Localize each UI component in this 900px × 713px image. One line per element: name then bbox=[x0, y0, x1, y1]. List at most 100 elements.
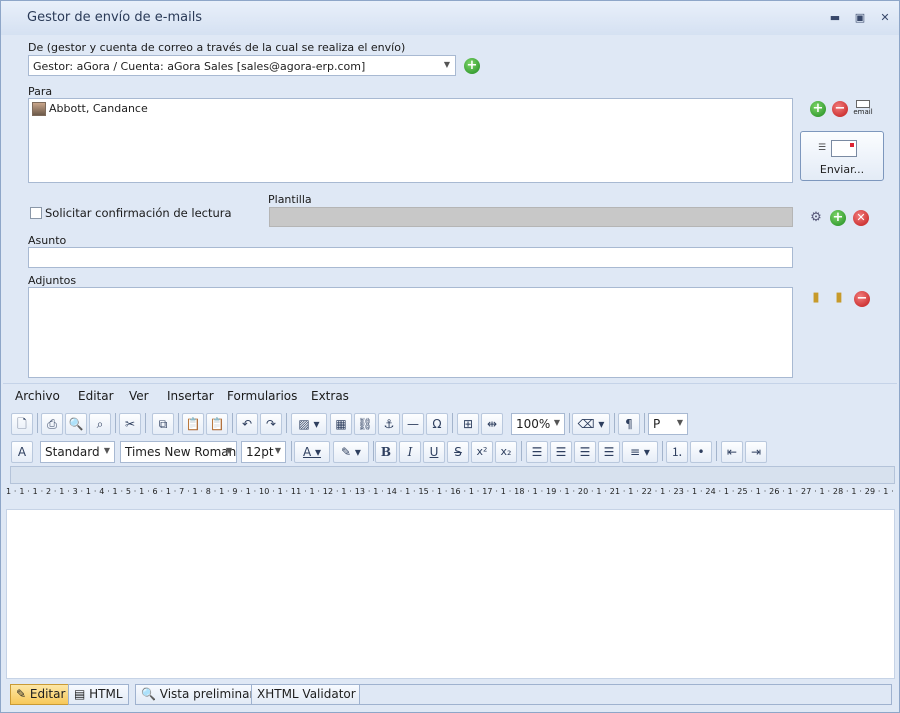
minimize-icon[interactable]: ▬ bbox=[827, 10, 843, 26]
print-icon[interactable]: ⎙ bbox=[41, 413, 63, 435]
from-account-value: Gestor: aGora / Cuenta: aGora Sales [sal… bbox=[33, 60, 366, 73]
remove-attachment-icon[interactable]: − bbox=[854, 291, 870, 307]
paste-icon[interactable]: 📋 bbox=[182, 413, 204, 435]
separator bbox=[452, 413, 453, 433]
underline-icon[interactable]: U bbox=[423, 441, 445, 463]
special-character-icon[interactable]: Ω bbox=[426, 413, 448, 435]
menu-ver[interactable]: Ver bbox=[129, 389, 149, 403]
toolbar-row-1: 🗋 ⎙ 🔍 ⌕ ✂ ⧉ 📋 📋 ↶ ↷ ▨ ▾ ▦ ⛓ ⚓ — Ω ⊞ ⇹ 10… bbox=[11, 413, 891, 435]
add-recipient-icon[interactable]: + bbox=[810, 101, 826, 117]
tab-vista-preliminar[interactable]: 🔍 Vista preliminar bbox=[135, 684, 261, 705]
align-center-icon[interactable]: ☰ bbox=[550, 441, 572, 463]
to-recipients-box[interactable]: Abbott, Candance bbox=[28, 98, 793, 183]
window-title: Gestor de envío de e-mails bbox=[27, 10, 203, 25]
font-color-icon[interactable]: A ▾ bbox=[294, 441, 330, 463]
increase-indent-icon[interactable]: ⇥ bbox=[745, 441, 767, 463]
menu-editar[interactable]: Editar bbox=[78, 389, 114, 403]
view-tabs: ✎ Editar ▤ HTML 🔍 Vista preliminar XHTML… bbox=[10, 684, 892, 706]
menu-formularios[interactable]: Formularios bbox=[227, 389, 297, 403]
send-lines-icon: ☰ bbox=[818, 143, 827, 153]
paste-special-icon[interactable]: 📋 bbox=[206, 413, 228, 435]
numbered-list-icon[interactable]: ⒈ bbox=[666, 441, 688, 463]
undo-icon[interactable]: ↶ bbox=[236, 413, 258, 435]
send-button-label: Enviar... bbox=[819, 163, 865, 176]
template-search-icon[interactable]: ⚙ bbox=[807, 209, 825, 227]
chevron-down-icon: ▼ bbox=[676, 418, 683, 427]
maximize-icon[interactable]: ▣ bbox=[852, 10, 868, 26]
align-left-icon[interactable]: ☰ bbox=[526, 441, 548, 463]
copy-icon[interactable]: ⧉ bbox=[152, 413, 174, 435]
subject-label: Asunto bbox=[28, 234, 67, 247]
font-size-select[interactable]: 12pt ▼ bbox=[241, 441, 286, 463]
line-spacing-icon[interactable]: ≡ ▾ bbox=[622, 441, 658, 463]
add-account-icon[interactable]: + bbox=[464, 58, 480, 74]
bold-icon[interactable]: B bbox=[375, 441, 397, 463]
separator bbox=[178, 413, 179, 433]
tab-editar[interactable]: ✎ Editar bbox=[10, 684, 72, 705]
print-preview-icon[interactable]: 🔍 bbox=[65, 413, 87, 435]
insert-table-icon[interactable]: ▦ bbox=[330, 413, 352, 435]
clear-template-icon[interactable]: ✕ bbox=[853, 210, 869, 226]
insert-anchor-icon[interactable]: ⚓ bbox=[378, 413, 400, 435]
font-family-select[interactable]: Times New Roman ▼ bbox=[120, 441, 237, 463]
eraser-icon[interactable]: ⌫ ▾ bbox=[572, 413, 610, 435]
italic-icon[interactable]: I bbox=[399, 441, 421, 463]
tab-xhtml-validator[interactable]: XHTML Validator bbox=[251, 684, 362, 705]
status-field bbox=[359, 684, 892, 705]
separator bbox=[286, 413, 287, 433]
document-editor[interactable] bbox=[6, 509, 895, 679]
justify-icon[interactable]: ☰ bbox=[598, 441, 620, 463]
template-field[interactable] bbox=[269, 207, 793, 227]
separator bbox=[115, 413, 116, 433]
find-icon[interactable]: ⌕ bbox=[89, 413, 111, 435]
remove-recipient-icon[interactable]: − bbox=[832, 101, 848, 117]
chevron-down-icon: ▼ bbox=[553, 418, 560, 427]
new-document-icon[interactable]: 🗋 bbox=[11, 413, 33, 435]
separator bbox=[232, 413, 233, 433]
separator bbox=[716, 441, 717, 461]
bullet-list-icon[interactable]: • bbox=[690, 441, 712, 463]
email-address-book-icon[interactable]: email bbox=[853, 100, 873, 118]
insert-link-icon[interactable]: ⛓ bbox=[354, 413, 376, 435]
separator bbox=[37, 413, 38, 433]
cut-icon[interactable]: ✂ bbox=[119, 413, 141, 435]
decrease-indent-icon[interactable]: ⇤ bbox=[721, 441, 743, 463]
superscript-icon[interactable]: x² bbox=[471, 441, 493, 463]
style-select[interactable]: Standard ▼ bbox=[40, 441, 115, 463]
pencil-icon: ✎ bbox=[16, 687, 30, 701]
template-label: Plantilla bbox=[268, 193, 312, 206]
align-right-icon[interactable]: ☰ bbox=[574, 441, 596, 463]
envelope-icon bbox=[831, 140, 857, 157]
show-paragraph-marks-icon[interactable]: ¶ bbox=[618, 413, 640, 435]
open-attachment-folder-icon[interactable]: ▮ bbox=[830, 289, 848, 307]
horizontal-rule-icon[interactable]: — bbox=[402, 413, 424, 435]
styles-icon[interactable]: A bbox=[11, 441, 33, 463]
recipient-item[interactable]: Abbott, Candance bbox=[49, 102, 148, 115]
paragraph-format-select[interactable]: P ▼ bbox=[648, 413, 688, 435]
attachments-box[interactable] bbox=[28, 287, 793, 378]
add-template-icon[interactable]: + bbox=[830, 210, 846, 226]
menu-extras[interactable]: Extras bbox=[311, 389, 349, 403]
strikethrough-icon[interactable]: S bbox=[447, 441, 469, 463]
subject-input[interactable] bbox=[28, 247, 793, 268]
read-receipt-checkbox[interactable] bbox=[30, 207, 42, 219]
add-attachment-folder-icon[interactable]: ▮ bbox=[807, 289, 825, 307]
ruler: 1 · 1 · 1 · 2 · 1 · 3 · 1 · 4 · 1 · 5 · … bbox=[6, 487, 896, 496]
highlight-color-icon[interactable]: ✎ ▾ bbox=[333, 441, 369, 463]
tab-html[interactable]: ▤ HTML bbox=[68, 684, 129, 705]
toolbar-row-2: A Standard ▼ Times New Roman ▼ 12pt ▼ A ▾ ✎… bbox=[11, 441, 891, 463]
from-account-select[interactable]: Gestor: aGora / Cuenta: aGora Sales [sal… bbox=[28, 55, 456, 76]
chevron-down-icon: ▼ bbox=[103, 446, 110, 455]
table-grid-icon[interactable]: ⊞ bbox=[457, 413, 479, 435]
close-icon[interactable]: ✕ bbox=[877, 10, 893, 26]
separator bbox=[662, 441, 663, 461]
subscript-icon[interactable]: x₂ bbox=[495, 441, 517, 463]
menu-archivo[interactable]: Archivo bbox=[15, 389, 60, 403]
menu-insertar[interactable]: Insertar bbox=[167, 389, 214, 403]
send-button[interactable]: ☰ Enviar... bbox=[800, 131, 884, 181]
email-manager-window: Gestor de envío de e-mails ▬ ▣ ✕ De (ges… bbox=[0, 0, 900, 713]
table-properties-icon[interactable]: ⇹ bbox=[481, 413, 503, 435]
insert-image-icon[interactable]: ▨ ▾ bbox=[291, 413, 327, 435]
zoom-select[interactable]: 100% ▼ bbox=[511, 413, 565, 435]
redo-icon[interactable]: ↷ bbox=[260, 413, 282, 435]
